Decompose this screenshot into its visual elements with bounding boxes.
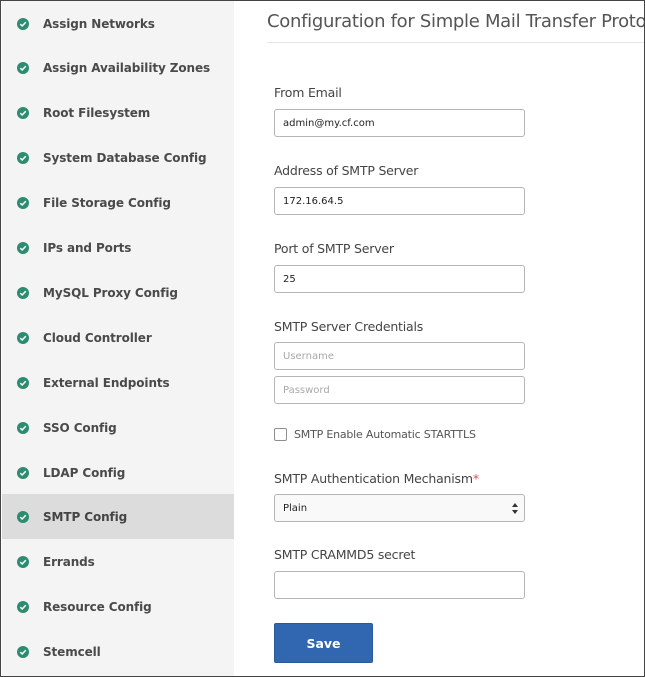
smtp-address-input[interactable] [274,187,525,215]
sidebar-item-cloud-controller[interactable]: Cloud Controller [2,315,234,360]
check-circle-icon [17,196,29,209]
sidebar-item-label: File Storage Config [43,195,171,210]
starttls-option[interactable]: SMTP Enable Automatic STARTTLS [274,428,476,441]
sidebar-item-label: IPs and Ports [43,240,132,255]
smtp-port-input[interactable] [274,265,525,293]
password-input[interactable] [274,376,525,404]
sidebar-item-assign-availability-zones[interactable]: Assign Availability Zones [2,45,234,90]
auth-mechanism-selected-value: Plain [283,502,308,514]
sidebar-item-label: Resource Config [43,599,152,614]
check-circle-icon [17,241,29,254]
sidebar-item-label: Stemcell [43,644,101,659]
sidebar-item-system-database-config[interactable]: System Database Config [2,135,234,180]
save-button[interactable]: Save [274,623,373,663]
auth-mechanism-select[interactable]: Plain [274,494,525,522]
sidebar-item-label: Root Filesystem [43,105,151,120]
sidebar-item-errands[interactable]: Errands [2,539,234,584]
starttls-label: SMTP Enable Automatic STARTTLS [294,428,476,441]
sidebar-item-label: Assign Availability Zones [43,60,211,75]
sidebar: Assign Networks Assign Availability Zone… [2,1,234,676]
auth-mechanism-label-text: SMTP Authentication Mechanism [274,471,473,486]
sidebar-item-resource-config[interactable]: Resource Config [2,584,234,629]
crammd5-secret-label: SMTP CRAMMD5 secret [274,547,416,562]
check-circle-icon [17,555,29,568]
auth-mechanism-label: SMTP Authentication Mechanism* [274,471,479,486]
check-circle-icon [17,645,29,658]
check-circle-icon [17,106,29,119]
sidebar-item-label: Cloud Controller [43,330,152,345]
sidebar-item-ldap-config[interactable]: LDAP Config [2,450,234,495]
sidebar-item-mysql-proxy-config[interactable]: MySQL Proxy Config [2,270,234,315]
sidebar-item-external-endpoints[interactable]: External Endpoints [2,360,234,405]
check-circle-icon [17,151,29,164]
sidebar-item-label: SSO Config [43,420,117,435]
sidebar-item-stemcell[interactable]: Stemcell [2,629,234,674]
from-email-label: From Email [274,85,342,100]
check-circle-icon [17,331,29,344]
starttls-checkbox[interactable] [274,428,287,441]
select-arrows-icon [512,503,518,514]
smtp-credentials-label: SMTP Server Credentials [274,319,424,334]
smtp-address-label: Address of SMTP Server [274,163,419,178]
window-frame: Assign Networks Assign Availability Zone… [0,0,645,677]
sidebar-item-file-storage-config[interactable]: File Storage Config [2,180,234,225]
sidebar-item-label: External Endpoints [43,375,170,390]
username-input[interactable] [274,342,525,370]
check-circle-icon [17,17,29,30]
check-circle-icon [17,61,29,74]
check-circle-icon [17,376,29,389]
crammd5-secret-input[interactable] [274,571,525,599]
sidebar-item-ips-and-ports[interactable]: IPs and Ports [2,225,234,270]
page-title: Configuration for Simple Mail Transfer P… [267,11,645,32]
check-circle-icon [17,286,29,299]
sidebar-item-label: MySQL Proxy Config [43,285,178,300]
check-circle-icon [17,600,29,613]
sidebar-item-smtp-config[interactable]: SMTP Config [2,494,234,539]
sidebar-item-root-filesystem[interactable]: Root Filesystem [2,90,234,135]
smtp-port-label: Port of SMTP Server [274,241,394,256]
sidebar-item-sso-config[interactable]: SSO Config [2,405,234,450]
from-email-input[interactable] [274,109,525,137]
sidebar-item-label: Assign Networks [43,16,155,31]
check-circle-icon [17,466,29,479]
check-circle-icon [17,421,29,434]
title-divider [267,42,644,43]
required-marker: * [472,471,479,486]
check-circle-icon [17,510,29,523]
sidebar-item-assign-networks[interactable]: Assign Networks [2,1,234,46]
sidebar-item-label: LDAP Config [43,465,126,480]
sidebar-item-label: Errands [43,554,95,569]
sidebar-item-label: SMTP Config [43,509,128,524]
main-panel: Configuration for Simple Mail Transfer P… [234,1,645,676]
sidebar-item-label: System Database Config [43,150,207,165]
